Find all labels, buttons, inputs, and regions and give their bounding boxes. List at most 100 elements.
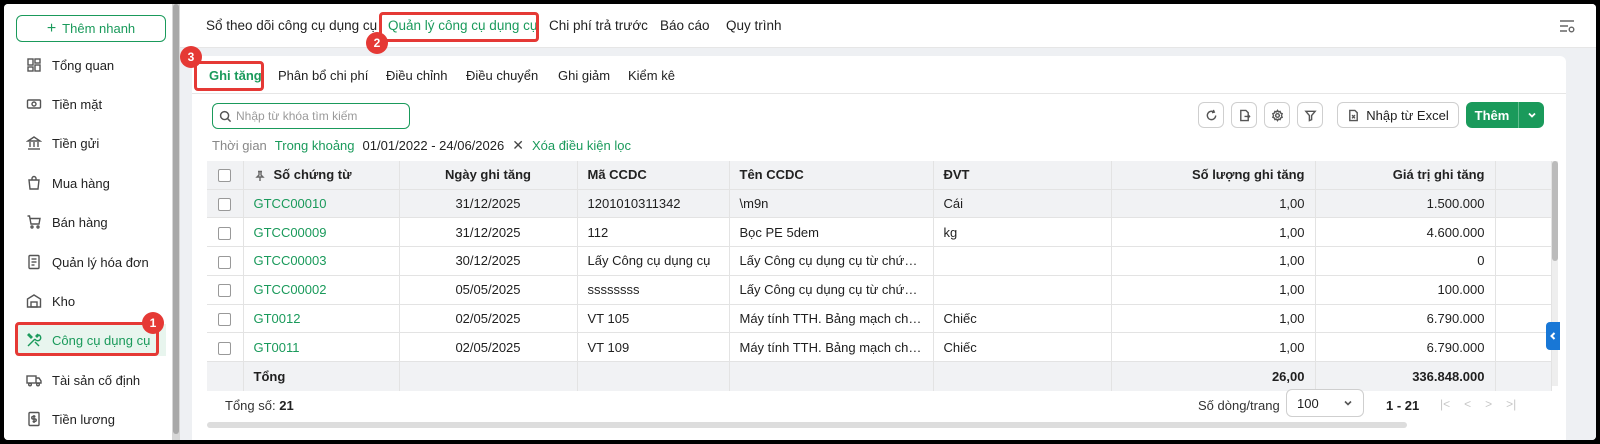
column-header-name[interactable]: Tên CCDC <box>729 161 934 190</box>
table-row[interactable]: GTCC00010 31/12/2025 1201010311342 \m9n … <box>207 189 1552 219</box>
sidebar-item-overview[interactable]: Tổng quan <box>16 49 166 81</box>
table-row[interactable]: GTCC00003 30/12/2025 Lấy Công cụ dụng cụ… <box>207 246 1552 276</box>
row-checkbox[interactable] <box>218 255 232 269</box>
app-window: + Thêm nhanh Tổng quan Tiền mặt Tiền gửi… <box>4 4 1596 440</box>
column-header-code[interactable]: Mã CCDC <box>577 161 730 190</box>
cell-value: 1.500.000 <box>1315 189 1496 219</box>
layout-settings-icon[interactable] <box>1558 17 1576 35</box>
quick-add-label: Thêm nhanh <box>62 21 136 36</box>
cell-name: \m9n <box>729 189 934 219</box>
table-row[interactable]: GT0011 02/05/2025 VT 109 Máy tính TTH. B… <box>207 332 1552 363</box>
sidebar-item-label: Bán hàng <box>52 214 108 230</box>
pin-icon[interactable] <box>254 170 266 182</box>
row-checkbox[interactable] <box>218 197 232 211</box>
doc-number-link[interactable]: GT0012 <box>243 304 400 334</box>
table-row[interactable]: GTCC00009 31/12/2025 112 Bọc PE 5dem kg … <box>207 217 1552 248</box>
doc-number-link[interactable]: GTCC00003 <box>243 246 400 276</box>
invoice-icon <box>28 254 40 270</box>
total-label: Tổng <box>243 361 400 391</box>
rows-per-page-select[interactable]: 100 <box>1286 389 1364 417</box>
next-page-icon[interactable]: > <box>1485 397 1492 411</box>
row-checkbox[interactable] <box>218 341 232 355</box>
warehouse-icon <box>26 294 42 308</box>
export-button[interactable] <box>1231 102 1257 128</box>
sidebar-item-warehouse[interactable]: Kho <box>16 285 166 317</box>
cell-quantity: 1,00 <box>1111 304 1316 334</box>
sub-tab-bar: Ghi tăng Phân bổ chi phí Điều chỉnh Điều… <box>192 56 1566 94</box>
column-header-value[interactable]: Giá trị ghi tăng <box>1315 161 1496 190</box>
import-excel-button[interactable]: Nhập từ Excel <box>1337 102 1459 128</box>
table-vertical-scrollbar[interactable] <box>1552 161 1558 386</box>
tab-decrease[interactable]: Ghi giảm <box>558 68 610 83</box>
table-horizontal-scrollbar[interactable] <box>207 422 1407 428</box>
rows-per-page-label: Số dòng/trang <box>1198 398 1280 413</box>
last-page-icon[interactable]: >| <box>1506 397 1516 411</box>
doc-number-link[interactable]: GTCC00009 <box>243 217 400 248</box>
doc-number-link[interactable]: GTCC00010 <box>243 189 400 219</box>
cell-value: 100.000 <box>1315 275 1496 305</box>
cell-quantity: 1,00 <box>1111 217 1316 248</box>
sidebar-item-invoices[interactable]: Quản lý hóa đơn <box>16 246 166 278</box>
cell-date: 30/12/2025 <box>399 246 578 276</box>
search-input[interactable] <box>236 109 396 123</box>
sidebar-item-label: Tiền mặt <box>52 96 103 112</box>
import-excel-label: Nhập từ Excel <box>1366 107 1449 123</box>
cell-name: Bọc PE 5dem <box>729 217 934 248</box>
cell-name: Máy tính TTH. Bảng mạch chín... <box>729 304 934 334</box>
prev-page-icon[interactable]: < <box>1464 397 1471 411</box>
total-quantity: 26,00 <box>1111 361 1316 391</box>
filter-date-range: 01/01/2022 - 24/06/2026 <box>362 138 505 153</box>
row-checkbox[interactable] <box>218 284 232 298</box>
annotation-badge-2: 2 <box>366 32 388 54</box>
gear-icon <box>1271 108 1283 122</box>
tab-inventory-check[interactable]: Kiểm kê <box>628 68 675 83</box>
sidebar-item-cash[interactable]: Tiền mặt <box>16 88 166 120</box>
doc-number-link[interactable]: GT0011 <box>243 332 400 363</box>
tab-transfer[interactable]: Điều chuyển <box>466 68 538 83</box>
tab-cost-allocation[interactable]: Phân bổ chi phí <box>278 68 368 83</box>
clear-filter-icon[interactable]: ✕ <box>512 137 524 154</box>
sidebar-scrollbar[interactable] <box>172 4 180 440</box>
sidebar-item-fixed-assets[interactable]: Tài sản cố định <box>16 364 166 396</box>
refresh-button[interactable] <box>1198 102 1224 128</box>
column-header-date[interactable]: Ngày ghi tăng <box>399 161 578 190</box>
row-checkbox[interactable] <box>218 226 232 240</box>
tab-adjustment[interactable]: Điều chỉnh <box>386 68 447 83</box>
export-file-icon <box>1239 109 1251 121</box>
settings-button[interactable] <box>1264 102 1290 128</box>
select-all-checkbox[interactable] <box>218 169 232 183</box>
cell-date: 31/12/2025 <box>399 217 578 248</box>
row-checkbox[interactable] <box>218 313 232 327</box>
add-button[interactable]: Thêm <box>1466 102 1544 128</box>
tab-prepaid-expenses[interactable]: Chi phí trả trước <box>549 18 648 33</box>
column-header-quantity[interactable]: Số lượng ghi tăng <box>1111 161 1316 190</box>
payroll-icon <box>28 411 40 427</box>
table-row[interactable]: GT0012 02/05/2025 VT 105 Máy tính TTH. B… <box>207 304 1552 334</box>
cell-unit: Chiếc <box>933 332 1112 363</box>
clear-filter-link[interactable]: Xóa điều kiện lọc <box>532 138 631 153</box>
filter-mode[interactable]: Trong khoảng <box>275 138 355 153</box>
cell-unit: Cái <box>933 189 1112 219</box>
add-dropdown-toggle[interactable] <box>1519 110 1544 120</box>
sidebar-item-sales[interactable]: Bán hàng <box>16 206 166 238</box>
sidebar-item-purchasing[interactable]: Mua hàng <box>16 167 166 199</box>
sidebar-item-payroll[interactable]: Tiền lương <box>16 403 166 435</box>
side-panel-toggle[interactable] <box>1546 322 1560 350</box>
doc-number-link[interactable]: GTCC00002 <box>243 275 400 305</box>
filter-button[interactable] <box>1297 102 1323 128</box>
sidebar-item-deposits[interactable]: Tiền gửi <box>16 127 166 159</box>
tab-workflow[interactable]: Quy trình <box>726 18 782 33</box>
quick-add-button[interactable]: + Thêm nhanh <box>16 15 166 42</box>
cell-code: Lấy Công cụ dụng cụ <box>577 246 730 276</box>
table-row[interactable]: GTCC00002 05/05/2025 ssssssss Lấy Công c… <box>207 275 1552 305</box>
refresh-icon <box>1206 109 1216 120</box>
tab-reports[interactable]: Báo cáo <box>660 18 710 33</box>
first-page-icon[interactable]: |< <box>1440 397 1450 411</box>
cell-code: ssssssss <box>577 275 730 305</box>
column-header-doc[interactable]: Số chứng từ <box>243 161 400 190</box>
column-header-unit[interactable]: ĐVT <box>933 161 1112 190</box>
tab-tool-ledger[interactable]: Sổ theo dõi công cụ dụng cụ <box>206 18 377 33</box>
highlight-box-sub-tab <box>194 61 264 91</box>
add-button-label: Thêm <box>1474 107 1510 123</box>
total-value: 336.848.000 <box>1315 361 1496 391</box>
